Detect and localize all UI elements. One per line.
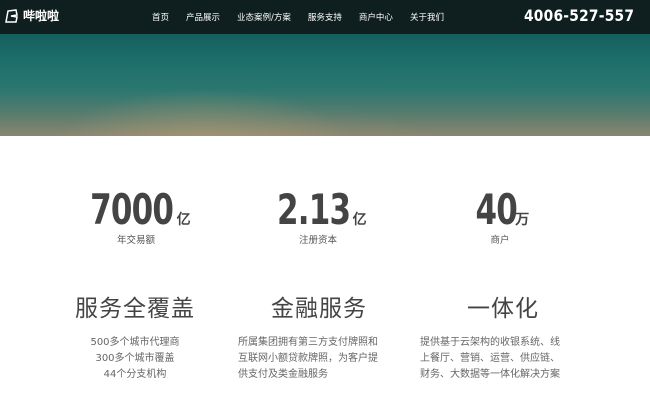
logo-icon (5, 8, 18, 23)
feature-line: 财务、大数据等一体化解决方案 (420, 369, 560, 380)
feature-line: 提供基于云架构的收银系统、线 (420, 337, 560, 348)
stat-caption: 年交易额 (116, 235, 155, 246)
feature-line: 供支付及类金融服务 (238, 369, 328, 380)
feature-title: 一体化 (467, 296, 539, 322)
stat-number: 2.13 (277, 185, 351, 234)
stat-value: 40 万 (420, 188, 580, 232)
feature-description: 500多个城市代理商 300多个城市覆盖 44个分支机构 (60, 335, 210, 383)
feature-line: 500多个城市代理商 (90, 337, 180, 348)
feature-integration: 一体化 提供基于云架构的收银系统、线 上餐厅、营销、运营、供应链、 财务、大数据… (420, 289, 586, 383)
main-nav: 首页 产品展示 业态案例/方案 服务支持 商户中心 关于我们 (152, 0, 461, 34)
feature-line: 互联网小额贷款牌照，为客户提 (238, 353, 378, 364)
nav-item-cases[interactable]: 业态案例/方案 (237, 11, 291, 23)
feature-coverage: 服务全覆盖 500多个城市代理商 300多个城市覆盖 44个分支机构 (60, 289, 210, 383)
feature-line: 300多个城市覆盖 (95, 353, 175, 364)
feature-description: 提供基于云架构的收银系统、线 上餐厅、营销、运营、供应链、 财务、大数据等一体化… (420, 335, 586, 383)
hero-banner (0, 34, 650, 136)
stat-unit: 亿 (352, 212, 367, 228)
feature-line: 44个分支机构 (103, 369, 167, 380)
feature-line: 所属集团拥有第三方支付牌照和 (238, 337, 378, 348)
nav-item-home[interactable]: 首页 (152, 11, 169, 23)
nav-item-about[interactable]: 关于我们 (410, 11, 444, 23)
stat-merchants: 40 万 商户 (420, 188, 580, 247)
nav-item-merchant-center[interactable]: 商户中心 (359, 11, 393, 23)
stat-value: 7000 亿 (56, 188, 216, 232)
feature-line: 上餐厅、营销、运营、供应链、 (420, 353, 560, 364)
nav-item-support[interactable]: 服务支持 (308, 11, 342, 23)
nav-item-products[interactable]: 产品展示 (186, 11, 220, 23)
stat-transaction-volume: 7000 亿 年交易额 (56, 188, 216, 247)
stat-value: 2.13 亿 (238, 188, 398, 232)
stat-unit: 万 (515, 212, 530, 228)
feature-financial-services: 金融服务 所属集团拥有第三方支付牌照和 互联网小额贷款牌照，为客户提 供支付及类… (238, 289, 400, 383)
brand-logo[interactable]: 哔啦啦 (4, 7, 59, 24)
stat-number: 7000 (90, 185, 175, 234)
logo-text: 哔啦啦 (23, 9, 60, 23)
feature-title: 服务全覆盖 (75, 296, 195, 322)
feature-title: 金融服务 (271, 296, 367, 322)
stat-number: 40 (475, 185, 517, 234)
stat-registered-capital: 2.13 亿 注册资本 (238, 188, 398, 247)
feature-description: 所属集团拥有第三方支付牌照和 互联网小额贷款牌照，为客户提 供支付及类金融服务 (238, 335, 400, 383)
hotline-number: 4006-527-557 (523, 6, 634, 25)
stat-caption: 注册资本 (298, 235, 337, 246)
stat-caption: 商户 (490, 235, 510, 246)
top-navigation-bar: 哔啦啦 首页 产品展示 业态案例/方案 服务支持 商户中心 关于我们 4006-… (0, 0, 650, 34)
stat-unit: 亿 (176, 212, 191, 228)
